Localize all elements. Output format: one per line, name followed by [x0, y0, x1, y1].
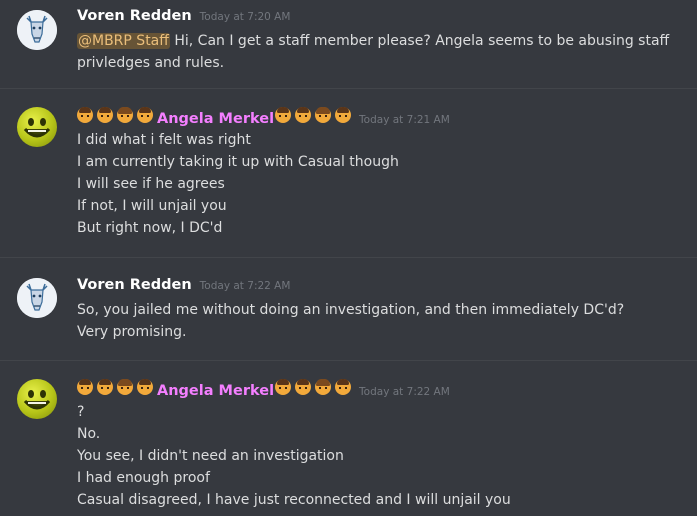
message-group: Angela Merkel Today at 7:21 AM I did wha…: [0, 107, 697, 239]
chat-messages: Voren Redden Today at 7:20 AM @MBRP Staf…: [0, 0, 697, 516]
message-header: Angela Merkel Today at 7:21 AM: [77, 107, 685, 127]
message-line: So, you jailed me without doing an inves…: [77, 302, 625, 318]
message-line: I am currently taking it up with Casual …: [77, 154, 399, 170]
message-line: I had enough proof: [77, 470, 210, 486]
avatar-angela[interactable]: [17, 107, 57, 147]
message-divider: [0, 88, 697, 89]
name-decoration: [77, 107, 153, 123]
timestamp: Today at 7:22 AM: [199, 280, 291, 292]
deer-head-icon: [17, 10, 57, 50]
person-emoji-icon: [117, 379, 133, 395]
username[interactable]: Voren Redden: [77, 8, 192, 24]
message-divider: [0, 257, 697, 258]
message-line: privledges and rules.: [77, 55, 225, 71]
person-emoji-icon: [335, 107, 352, 123]
person-emoji-icon: [97, 107, 113, 123]
smiley-face-icon: [23, 390, 51, 410]
timestamp: Today at 7:20 AM: [199, 11, 291, 23]
message-group: Voren Redden Today at 7:22 AM So, you ja…: [0, 277, 697, 343]
avatar-voren[interactable]: [17, 278, 57, 318]
name-decoration: [77, 379, 153, 395]
person-emoji-icon: [295, 379, 312, 395]
message-header: Angela Merkel Today at 7:22 AM: [77, 379, 685, 399]
message-line: I did what i felt was right: [77, 132, 251, 148]
message-line: But right now, I DC'd: [77, 220, 223, 236]
username[interactable]: Angela Merkel: [157, 383, 274, 399]
person-emoji-icon: [295, 107, 312, 123]
mention[interactable]: @MBRP Staff: [77, 33, 170, 49]
person-emoji-icon: [315, 107, 332, 123]
message-line: @MBRP Staff Hi, Can I get a staff member…: [77, 30, 685, 52]
message-line: Casual disagreed, I have just reconnecte…: [77, 492, 511, 508]
person-emoji-icon: [97, 379, 113, 395]
message-line: ?: [77, 404, 85, 420]
person-emoji-icon: [117, 107, 133, 123]
message-line: I will see if he agrees: [77, 176, 225, 192]
message-line: If not, I will unjail you: [77, 198, 227, 214]
message-group: Angela Merkel Today at 7:22 AM ? No. You…: [0, 379, 697, 511]
timestamp: Today at 7:21 AM: [359, 114, 450, 126]
person-emoji-icon: [315, 379, 332, 395]
username[interactable]: Angela Merkel: [157, 111, 274, 127]
avatar-angela[interactable]: [17, 379, 57, 419]
person-emoji-icon: [335, 379, 352, 395]
avatar-voren[interactable]: [17, 10, 57, 50]
message-line: No.: [77, 426, 101, 442]
message-line: You see, I didn't need an investigation: [77, 448, 344, 464]
message-divider: [0, 360, 697, 361]
message-group: Voren Redden Today at 7:20 AM @MBRP Staf…: [0, 8, 697, 74]
message-header: Voren Redden Today at 7:20 AM: [77, 8, 685, 28]
message-header: Voren Redden Today at 7:22 AM: [77, 277, 685, 297]
person-emoji-icon: [275, 107, 292, 123]
username[interactable]: Voren Redden: [77, 277, 192, 293]
deer-head-icon: [17, 278, 57, 318]
name-decoration: [275, 107, 352, 123]
name-decoration: [275, 379, 352, 395]
person-emoji-icon: [77, 379, 93, 395]
person-emoji-icon: [275, 379, 292, 395]
person-emoji-icon: [77, 107, 93, 123]
person-emoji-icon: [137, 379, 153, 395]
message-text: Hi, Can I get a staff member please? Ang…: [169, 33, 670, 49]
person-emoji-icon: [137, 107, 153, 123]
smiley-face-icon: [23, 118, 51, 138]
message-line: Very promising.: [77, 324, 187, 340]
timestamp: Today at 7:22 AM: [359, 386, 450, 398]
